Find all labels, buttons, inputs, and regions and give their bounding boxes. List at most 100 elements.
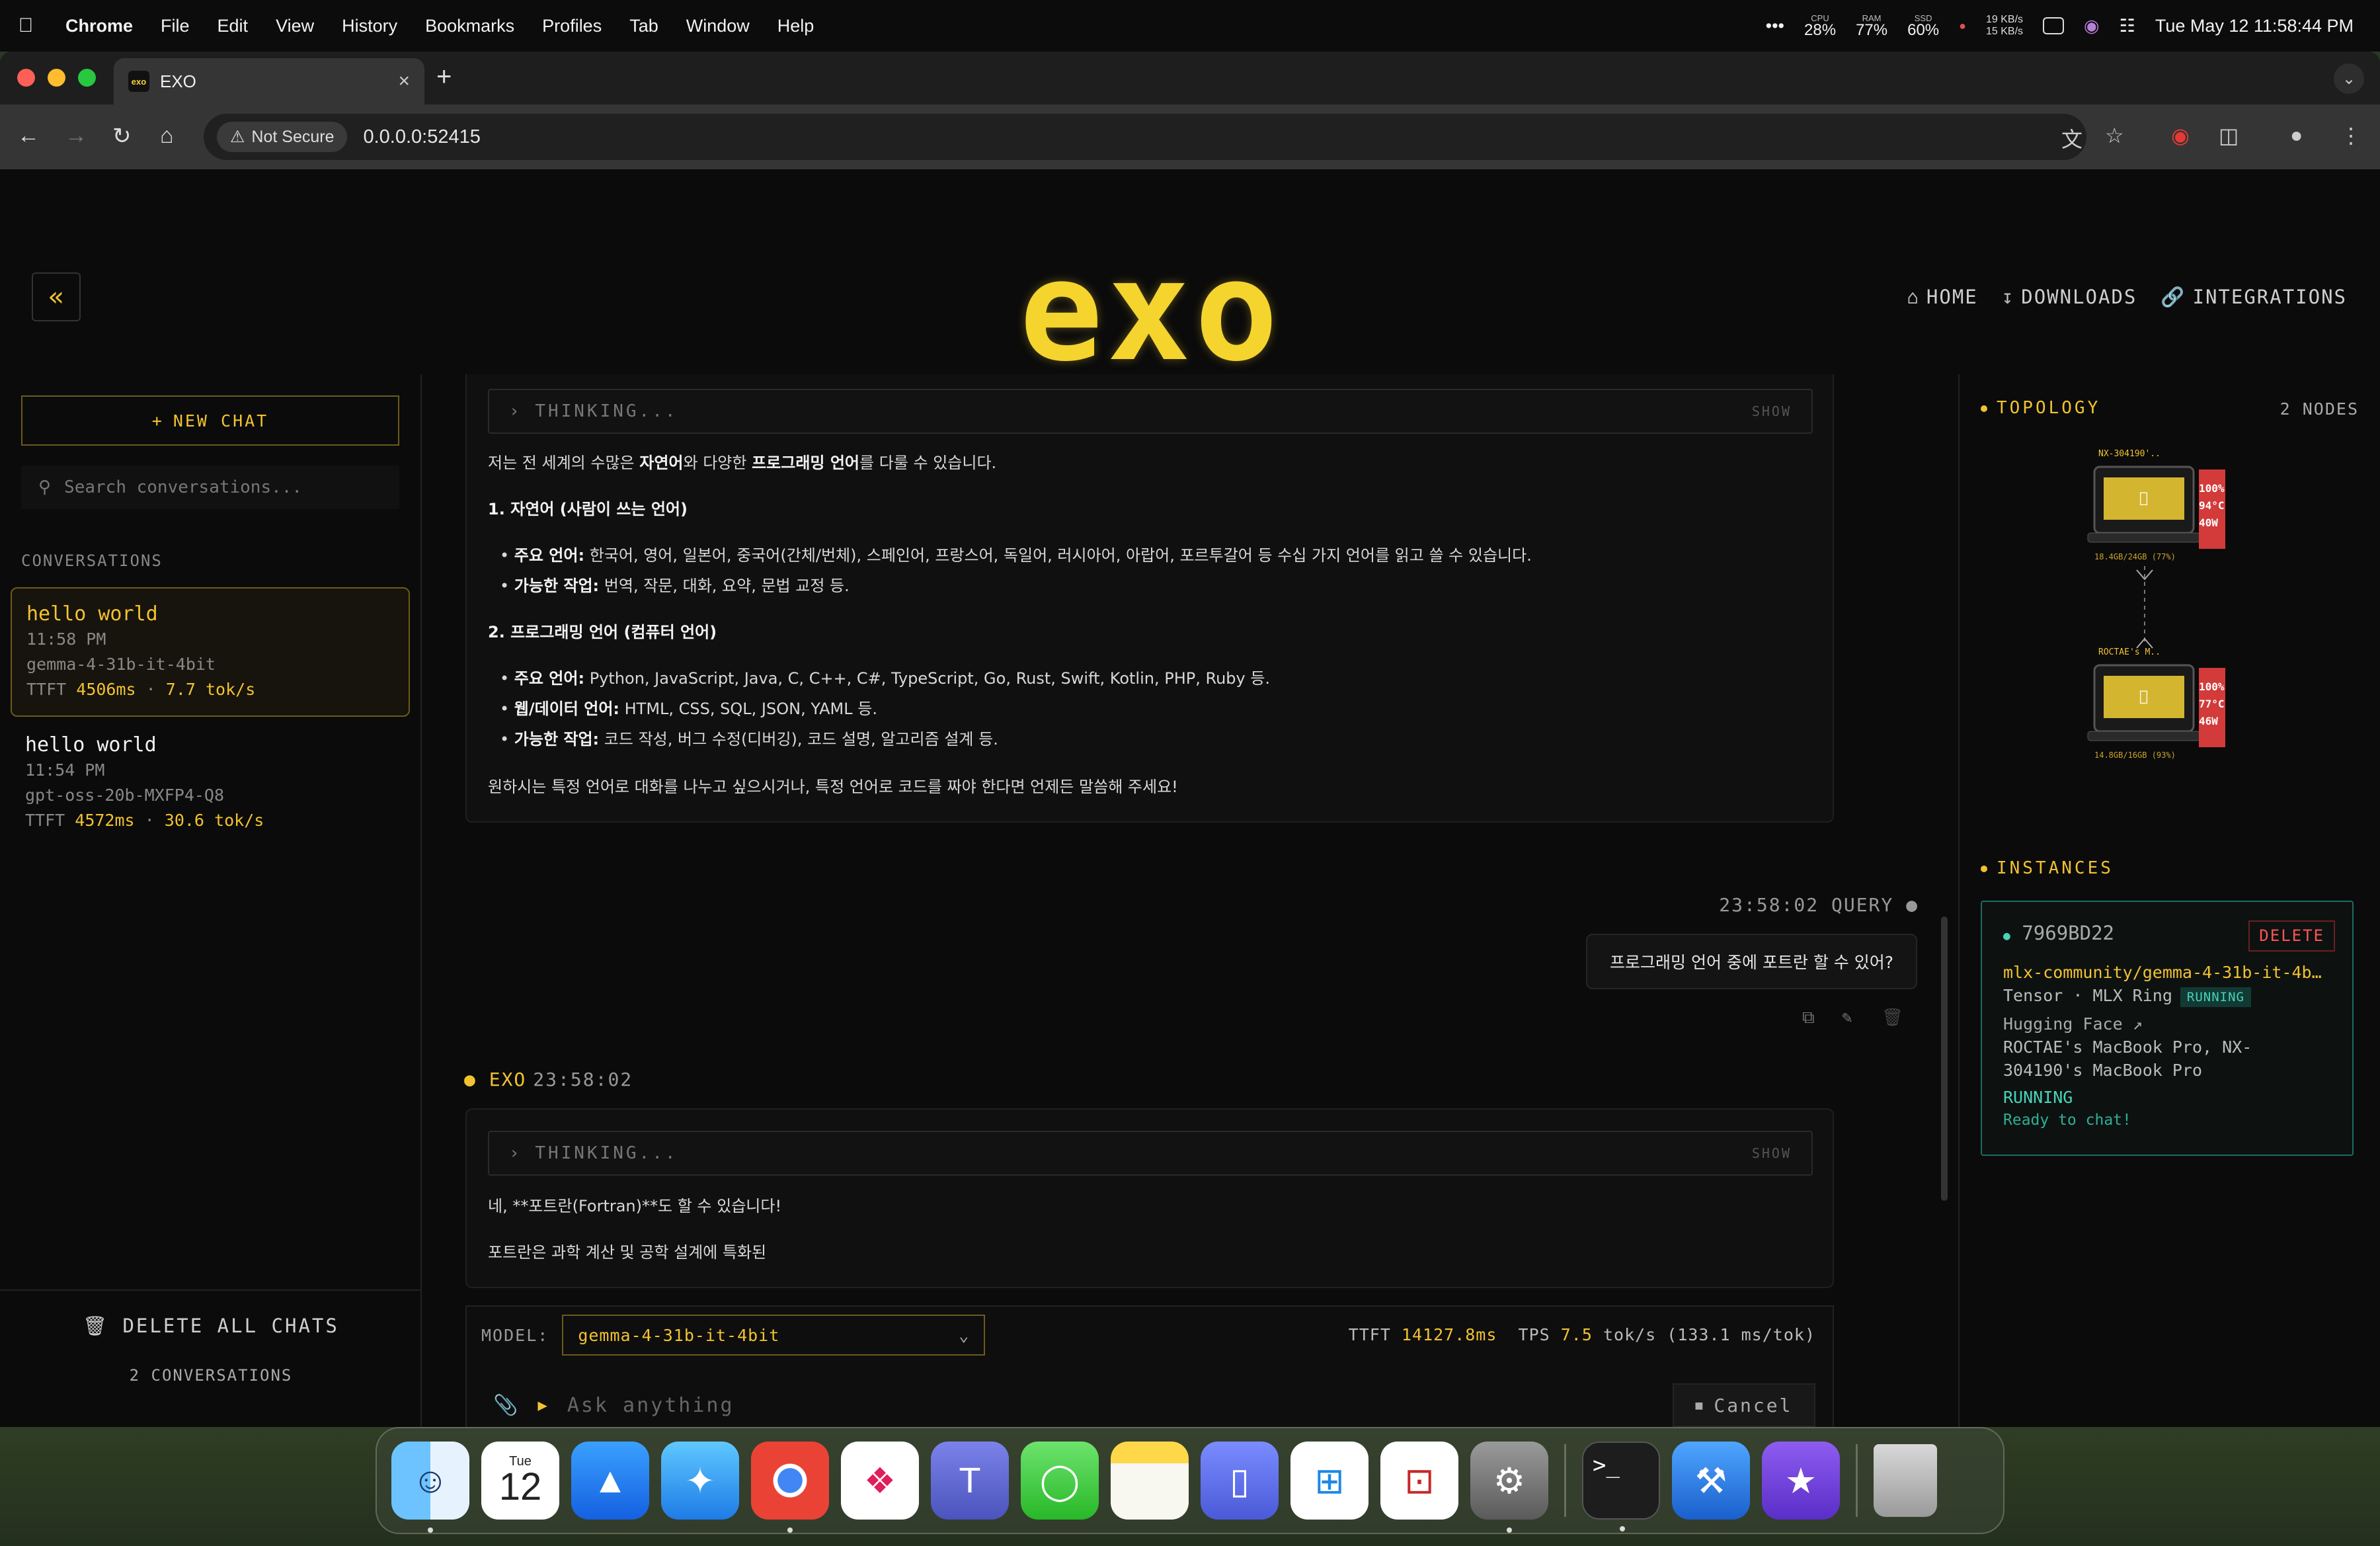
attach-paperclip-icon[interactable]: 📎	[493, 1394, 518, 1417]
delete-instance-button[interactable]: DELETE	[2248, 920, 2335, 952]
node-nx[interactable]: NX-304190'..  100% 94°C 40W 18.4GB/24GB…	[2087, 449, 2225, 561]
imovie-icon[interactable]: ★	[1762, 1442, 1840, 1520]
close-tab-icon[interactable]: ×	[398, 70, 410, 93]
ssd-stat[interactable]: SSD 60%	[1907, 14, 1939, 38]
search-conversations-input[interactable]: ⚲ Search conversations...	[21, 466, 399, 509]
tab-search-chevron-icon[interactable]: ⌄	[2334, 63, 2364, 94]
control-center-icon[interactable]: ☷	[2120, 16, 2135, 36]
search-icon: ⚲	[38, 477, 52, 497]
conversation-item[interactable]: hello world 11:58 PM gemma-4-31b-it-4bit…	[11, 587, 410, 717]
chevron-right-icon: ›	[509, 1143, 536, 1163]
thinking-toggle[interactable]: › THINKING... SHOW	[488, 389, 1813, 434]
new-tab-icon[interactable]: +	[436, 62, 452, 92]
menu-file[interactable]: File	[147, 16, 204, 36]
app-store-icon[interactable]: ▲	[571, 1442, 649, 1520]
menu-help[interactable]: Help	[764, 16, 828, 36]
menu-edit[interactable]: Edit	[204, 16, 262, 36]
extension-shield-icon[interactable]: ◉	[2171, 123, 2190, 148]
browser-menu-icon[interactable]: ⋮	[2340, 123, 2361, 148]
menu-bookmarks[interactable]: Bookmarks	[411, 16, 528, 36]
thinking-toggle[interactable]: › THINKING... SHOW	[488, 1131, 1813, 1176]
menu-view[interactable]: View	[262, 16, 328, 36]
url-text[interactable]: 0.0.0.0:52415	[363, 126, 480, 148]
forward-icon[interactable]: →	[65, 123, 87, 149]
system-settings-icon[interactable]: ⚙	[1470, 1442, 1548, 1533]
node-roctae[interactable]: ROCTAE's M..  100% 77°C 46W 14.8GB/16GB…	[2087, 647, 2225, 760]
instance-nodes-line: ROCTAE's MacBook Pro, NX-	[2003, 1037, 2252, 1057]
copy-icon[interactable]: ⧉	[1802, 1008, 1815, 1028]
menu-history[interactable]: History	[328, 16, 411, 36]
translate-icon[interactable]: 文	[2061, 123, 2082, 153]
delete-message-icon[interactable]: 🗑	[1882, 1008, 1903, 1028]
messages-icon[interactable]: ◯	[1021, 1442, 1099, 1520]
message-input[interactable]: Ask anything	[567, 1394, 734, 1417]
conversation-item[interactable]: hello world 11:54 PM gpt-oss-20b-MXFP4-Q…	[11, 719, 410, 846]
nav-integrations-label: INTEGRATIONS	[2192, 286, 2347, 308]
slack-icon[interactable]: ❖	[841, 1442, 919, 1520]
back-icon[interactable]: ←	[17, 123, 40, 149]
running-indicator	[1620, 1526, 1625, 1531]
instance-mode-row: Tensor · MLX Ring RUNNING	[2003, 984, 2331, 1007]
status-dots-icon: ●	[1959, 19, 1967, 32]
chat-scrollbar[interactable]	[1941, 916, 1948, 1201]
address-bar[interactable]: ⚠ Not Secure 0.0.0.0:52415	[204, 114, 2086, 160]
bullet-text: 코드 작성, 버그 수정(디버깅), 코드 설명, 알고리즘 설계 등.	[599, 730, 998, 749]
bookmark-star-icon[interactable]: ☆	[2105, 123, 2124, 148]
simulator-icon[interactable]: ▯	[1201, 1442, 1279, 1520]
menu-app-name[interactable]: Chrome	[52, 16, 147, 36]
cancel-button[interactable]: ■ Cancel	[1673, 1383, 1815, 1427]
composer: MODEL: gemma-4-31b-it-4bit ⌄ TTFT 14127.8…	[465, 1305, 1834, 1427]
plus-icon: +	[151, 411, 164, 430]
safari-icon[interactable]: ✦	[661, 1442, 739, 1520]
calendar-icon[interactable]: Tue 12	[481, 1442, 559, 1520]
menu-clock[interactable]: Tue May 12 11:58:44 PM	[2155, 16, 2354, 36]
tab-exo[interactable]: exo EXO ×	[114, 58, 424, 104]
menu-window[interactable]: Window	[672, 16, 764, 36]
dock-separator	[1564, 1444, 1566, 1517]
more-dots-icon[interactable]: •••	[1766, 16, 1784, 36]
teams-icon[interactable]: T	[931, 1442, 1009, 1520]
battery-icon[interactable]	[2043, 17, 2065, 34]
menu-profiles[interactable]: Profiles	[528, 16, 615, 36]
ttft-value: 4506ms	[76, 680, 136, 699]
trash-icon[interactable]	[1874, 1444, 1937, 1517]
minimize-window-button[interactable]	[48, 69, 65, 87]
network-stat[interactable]: 19 KB/s 15 KB/s	[1986, 14, 2023, 38]
instance-nodes: ROCTAE's MacBook Pro, NX- 304190's MacBoo…	[2003, 1036, 2331, 1082]
not-secure-badge[interactable]: ⚠ Not Secure	[217, 122, 348, 152]
exo-logo[interactable]: exo	[1019, 242, 1282, 381]
nav-home[interactable]: ⌂ HOME	[1907, 286, 1977, 309]
nav-integrations[interactable]: 🔗 INTEGRATIONS	[2161, 286, 2347, 309]
parallels-icon[interactable]: ⊡	[1380, 1442, 1458, 1520]
finder-icon[interactable]: ☺	[391, 1442, 469, 1533]
profile-avatar-icon[interactable]: ●	[2290, 123, 2303, 147]
windows-app-icon[interactable]: ⊞	[1290, 1442, 1368, 1520]
model-select[interactable]: gemma-4-31b-it-4bit ⌄	[562, 1315, 986, 1356]
nav-downloads[interactable]: ↧ DOWNLOADS	[2002, 286, 2137, 309]
new-chat-button[interactable]: + NEW CHAT	[21, 395, 399, 446]
node-count: 2 NODES	[2280, 399, 2359, 419]
collapse-sidebar-button[interactable]: «	[32, 272, 81, 321]
home-icon[interactable]: ⌂	[160, 123, 174, 149]
notes-icon[interactable]	[1111, 1442, 1189, 1520]
instance-card[interactable]: ● 7969BD22 DELETE mlx-community/gemma-4-…	[1981, 901, 2354, 1156]
ram-stat[interactable]: RAM 77%	[1856, 14, 1887, 38]
show-thinking-button[interactable]: SHOW	[1752, 1145, 1792, 1161]
instances-title: INSTANCES	[1997, 858, 2114, 878]
close-window-button[interactable]	[17, 69, 35, 87]
apple-icon[interactable]: 	[0, 15, 52, 37]
cpu-stat[interactable]: CPU 28%	[1804, 14, 1836, 38]
delete-all-chats-button[interactable]: 🗑 DELETE ALL CHATS	[0, 1315, 422, 1338]
xcode-icon[interactable]: ⚒	[1672, 1442, 1750, 1520]
menu-tab[interactable]: Tab	[615, 16, 672, 36]
instance-source[interactable]: Hugging Face ↗	[2003, 1012, 2331, 1036]
zoom-window-button[interactable]	[78, 69, 96, 87]
reload-icon[interactable]: ↻	[112, 123, 132, 149]
stats-separator: ·	[144, 811, 155, 830]
terminal-icon[interactable]: >_	[1582, 1442, 1660, 1531]
siri-icon[interactable]: ◉	[2084, 16, 2100, 36]
extensions-puzzle-icon[interactable]: ◫	[2219, 123, 2239, 148]
edit-icon[interactable]: ✎	[1842, 1008, 1852, 1028]
show-thinking-button[interactable]: SHOW	[1752, 403, 1792, 419]
chrome-icon[interactable]	[751, 1442, 829, 1533]
